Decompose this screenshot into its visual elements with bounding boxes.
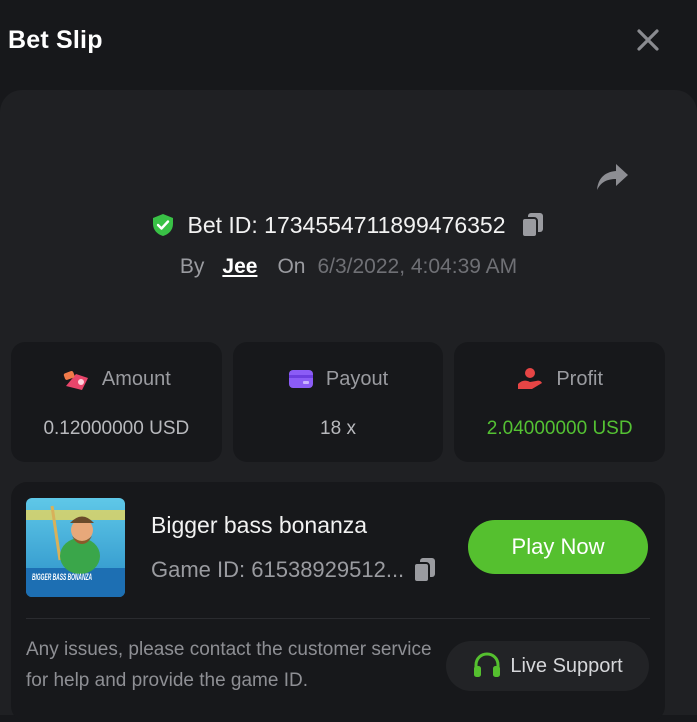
payout-card: Payout 18 x xyxy=(232,342,444,462)
game-card: BIGGER BASS BONANZA Bigger bass bonanza … xyxy=(11,482,665,722)
payout-label: Payout xyxy=(325,367,389,390)
amount-card: Amount 0.12000000 USD xyxy=(11,342,222,462)
game-id: Game ID: 61538929512... xyxy=(151,557,405,582)
card-icon xyxy=(288,370,313,388)
by-label: By xyxy=(179,255,205,278)
bet-id-row: Bet ID: 1734554711899476352 xyxy=(0,208,697,242)
header: Bet Slip xyxy=(0,0,697,84)
headset-icon xyxy=(474,652,501,677)
close-button[interactable] xyxy=(634,26,662,54)
amount-label: Amount xyxy=(101,367,171,390)
amount-value: 0.12000000 USD xyxy=(43,418,190,439)
page-title: Bet Slip xyxy=(8,25,103,54)
profit-label: Profit xyxy=(556,367,604,390)
stats-row: Amount 0.12000000 USD Payout 18 x Profit… xyxy=(11,342,666,462)
payout-value: 18 x xyxy=(320,418,356,439)
hand-coin-icon xyxy=(518,368,543,389)
game-name: Bigger bass bonanza xyxy=(151,512,368,538)
copy-icon[interactable] xyxy=(412,556,438,584)
on-label: On xyxy=(277,255,306,278)
live-support-label: Live Support xyxy=(510,654,623,677)
copy-icon[interactable] xyxy=(520,211,546,239)
share-icon xyxy=(597,164,628,190)
play-now-button[interactable]: Play Now xyxy=(468,520,648,574)
profit-value: 2.04000000 USD xyxy=(486,418,633,439)
game-thumbnail[interactable]: BIGGER BASS BONANZA xyxy=(26,498,125,597)
money-bag-icon xyxy=(63,371,88,390)
game-thumbnail-art: BIGGER BASS BONANZA xyxy=(26,498,125,597)
game-thumbnail-title: BIGGER BASS BONANZA xyxy=(32,572,92,583)
help-text: Any issues, please contact the customer … xyxy=(26,639,432,691)
bet-meta-row: By Jee On 6/3/2022, 4:04:39 AM xyxy=(0,252,697,282)
game-id-row: Game ID: 61538929512... xyxy=(151,556,438,584)
shield-check-icon xyxy=(153,214,174,236)
bet-date: 6/3/2022, 4:04:39 AM xyxy=(317,255,518,278)
profit-card: Profit 2.04000000 USD xyxy=(454,342,666,462)
live-support-button[interactable]: Live Support xyxy=(446,641,649,691)
share-button[interactable] xyxy=(594,162,630,192)
divider xyxy=(26,618,650,619)
close-icon xyxy=(637,29,659,51)
user-link[interactable]: Jee xyxy=(222,255,257,279)
bet-id: Bet ID: 1734554711899476352 xyxy=(187,211,506,238)
